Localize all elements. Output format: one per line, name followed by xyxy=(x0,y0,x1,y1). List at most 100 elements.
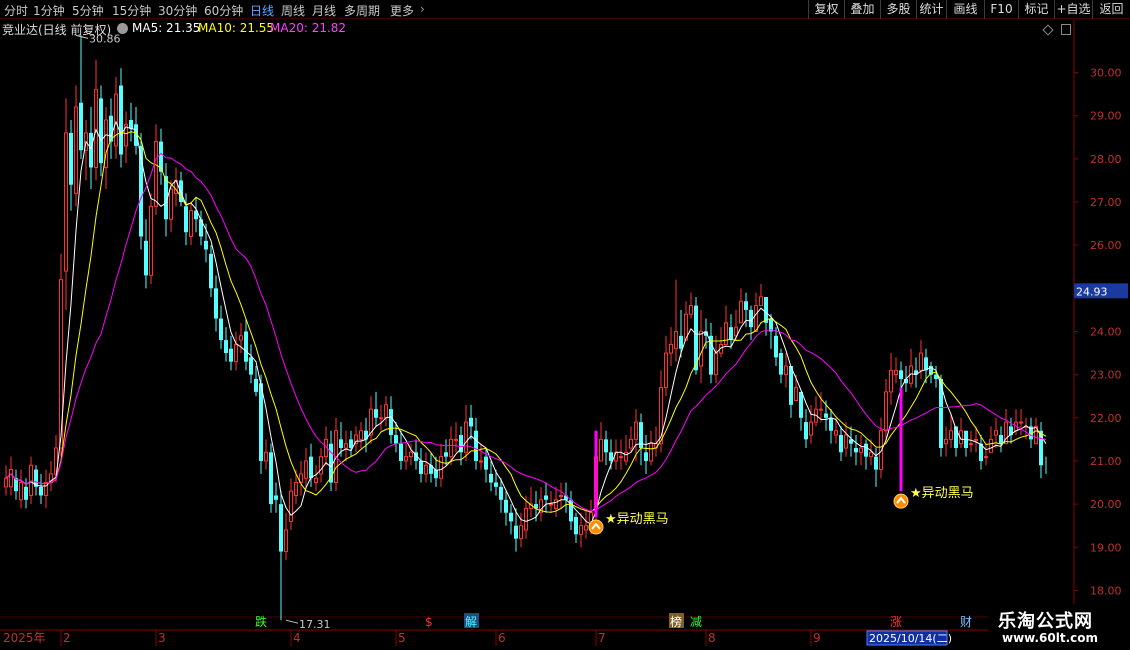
candle-body xyxy=(344,443,348,449)
candle-body xyxy=(664,352,668,389)
signal-bar xyxy=(594,430,598,518)
event-marker: 解 xyxy=(465,615,477,629)
candle-body xyxy=(619,456,623,459)
event-marker: $ xyxy=(425,615,433,629)
candle-body xyxy=(834,430,838,436)
candle-body xyxy=(339,439,343,448)
candle-body xyxy=(689,305,693,315)
candle-body xyxy=(779,353,783,375)
candle-body xyxy=(394,435,398,444)
candle-body xyxy=(249,357,253,375)
candle-body xyxy=(234,343,238,363)
candle-body xyxy=(89,132,93,168)
candle-body xyxy=(169,188,173,220)
candle-body xyxy=(919,352,923,371)
candle-body xyxy=(469,417,473,427)
x-tick-label: 5 xyxy=(398,631,406,645)
candle-body xyxy=(994,430,998,436)
candle-body xyxy=(729,327,733,341)
candle-body xyxy=(439,456,443,479)
candle-body xyxy=(859,447,863,453)
candle-body xyxy=(829,417,833,431)
x-tick-label: 8 xyxy=(708,631,716,645)
candle-body xyxy=(449,438,453,458)
candle-body xyxy=(294,482,298,496)
candle-body xyxy=(984,456,988,459)
candle-body xyxy=(184,206,188,233)
candle-body xyxy=(559,494,563,497)
candle-body xyxy=(789,366,793,405)
candle-body xyxy=(894,369,898,376)
candle-body xyxy=(374,409,378,418)
candle-body xyxy=(379,417,383,420)
y-tick-label: 28.00 xyxy=(1090,153,1122,166)
candle-body xyxy=(674,330,678,350)
candle-body xyxy=(74,106,78,194)
candle-body xyxy=(699,330,703,367)
candle-body xyxy=(359,430,363,440)
candle-body xyxy=(509,512,513,522)
y-tick-label: 27.00 xyxy=(1090,196,1122,209)
candle-body xyxy=(454,438,458,441)
candle-body xyxy=(804,422,808,440)
y-tick-label: 24.00 xyxy=(1090,325,1122,338)
signal-label: ★异动黑马 xyxy=(910,486,974,501)
y-tick-label: 20.00 xyxy=(1090,498,1122,511)
candle-body xyxy=(889,369,893,393)
candlestick-chart[interactable]: 30.0029.0028.0027.0026.0025.0024.0023.00… xyxy=(0,0,1130,650)
candle-body xyxy=(759,296,763,307)
candle-body xyxy=(214,288,218,319)
candle-body xyxy=(79,102,83,151)
event-marker: 财 xyxy=(960,615,972,629)
candle-body xyxy=(274,495,278,500)
candle-body xyxy=(4,477,8,488)
candle-body xyxy=(309,456,313,479)
y-tick-label: 26.00 xyxy=(1090,239,1122,252)
candle-body xyxy=(499,486,503,500)
brand-title: 乐淘公式网 xyxy=(998,611,1093,632)
candle-body xyxy=(264,451,268,462)
x-tick-label: 3 xyxy=(158,631,166,645)
candle-body xyxy=(899,370,903,379)
candle-body xyxy=(924,357,928,371)
candle-body xyxy=(399,443,403,461)
candle-body xyxy=(874,456,878,470)
candle-body xyxy=(244,331,248,362)
candle-body xyxy=(799,391,803,418)
candle-body xyxy=(819,408,823,411)
candle-body xyxy=(189,210,193,238)
y-tick-label: 23.00 xyxy=(1090,369,1122,382)
x-tick-label: 6 xyxy=(498,631,506,645)
candle-body xyxy=(209,253,213,289)
candle-body xyxy=(29,464,33,496)
candle-body xyxy=(644,452,648,461)
candle-body xyxy=(544,495,548,500)
candle-body xyxy=(24,486,28,500)
candle-body xyxy=(649,443,653,462)
candle-body xyxy=(989,438,993,453)
x-tick-label: 2025年 xyxy=(3,631,46,645)
low-marker-line xyxy=(285,619,299,624)
signal-icon xyxy=(893,493,909,509)
candle-body xyxy=(224,340,228,354)
candle-body xyxy=(624,451,628,462)
candle-body xyxy=(304,460,308,479)
y-tick-label: 22.00 xyxy=(1090,412,1122,425)
candle-body xyxy=(289,490,293,522)
candle-body xyxy=(634,421,638,440)
candle-body xyxy=(854,448,858,453)
candle-body xyxy=(484,456,488,470)
candle-body xyxy=(574,517,578,535)
candle-body xyxy=(154,141,158,207)
candle-body xyxy=(679,335,683,349)
candle-body xyxy=(279,504,283,552)
candle-body xyxy=(239,335,243,341)
current-price-label: 24.93 xyxy=(1076,285,1108,298)
x-tick-label: 9 xyxy=(813,631,821,645)
candle-body xyxy=(584,525,588,531)
candle-body xyxy=(129,120,133,129)
candle-body xyxy=(494,482,498,487)
candle-body xyxy=(69,132,73,185)
candle-body xyxy=(869,451,873,458)
candle-body xyxy=(809,421,813,436)
